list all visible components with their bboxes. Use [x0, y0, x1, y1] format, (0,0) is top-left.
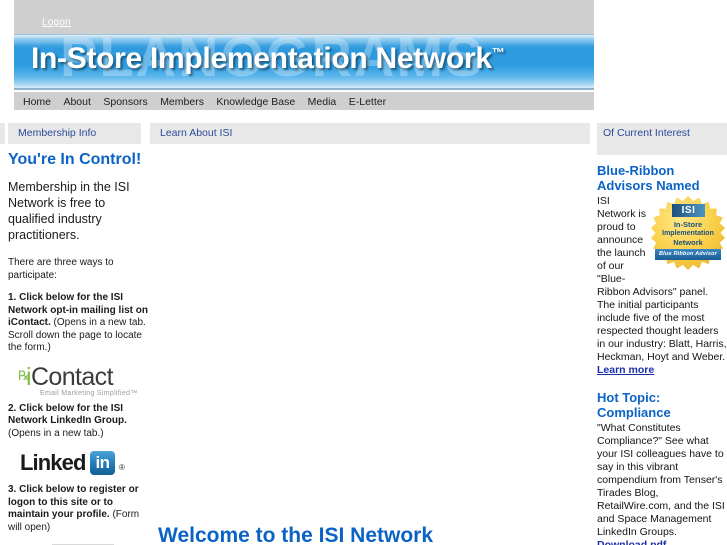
- left-ways-intro: There are three ways to participate:: [8, 257, 114, 281]
- nav-item-eletter[interactable]: E-Letter: [345, 93, 390, 108]
- page-root: Logon PLANOGRAMS In-Store Implementation…: [0, 0, 727, 545]
- article-body: "What Constitutes Compliance?" See what …: [597, 422, 727, 545]
- left-edge-strip: [0, 123, 5, 144]
- icontact-tagline: Email Marketing Simplified™: [40, 389, 138, 397]
- icontact-logo[interactable]: ℞ iContact Email Marketing Simplified™: [18, 362, 142, 399]
- learn-more-link[interactable]: Learn more: [597, 364, 654, 376]
- icontact-rest: Contact: [30, 362, 114, 391]
- left-sidebar: You're In Control! Membership in the ISI…: [8, 150, 148, 545]
- article-heading: Hot Topic: Compliance: [597, 390, 671, 420]
- nav-item-home[interactable]: Home: [19, 93, 55, 108]
- main-navigation: Home About Sponsors Members Knowledge Ba…: [14, 92, 594, 110]
- column-header-learn-about-isi: Learn About ISI: [150, 123, 590, 144]
- nav-item-sponsors[interactable]: Sponsors: [99, 93, 151, 108]
- welcome-heading: Welcome to the ISI Network: [158, 524, 433, 545]
- right-sidebar: Blue-Ribbon Advisors Named ISI In-Store …: [597, 163, 727, 545]
- left-item-2-rest: (Opens in a new tab.): [8, 427, 104, 439]
- article-blue-ribbon: Blue-Ribbon Advisors Named ISI In-Store …: [597, 163, 727, 377]
- nav-item-about[interactable]: About: [59, 93, 94, 108]
- left-heading: You're In Control!: [8, 151, 142, 168]
- nav-item-knowledge-base[interactable]: Knowledge Base: [212, 93, 299, 108]
- badge-line-2: Implementation: [662, 230, 714, 237]
- column-header-of-current-interest: Of Current Interest: [597, 123, 727, 155]
- linkedin-wordmark: Linked: [20, 450, 86, 475]
- trademark-symbol: ™: [491, 45, 505, 60]
- logon-link[interactable]: Logon: [42, 18, 71, 28]
- blue-ribbon-advisor-badge: ISI In-Store Implementation Network Blue…: [649, 196, 727, 274]
- badge-ribbon-label: Blue Ribbon Advisor: [655, 249, 721, 260]
- banner-title: In-Store Implementation Network™: [31, 42, 505, 76]
- banner-title-text: In-Store Implementation Network: [31, 42, 492, 75]
- article-hot-topic-compliance: Hot Topic: Compliance "What Constitutes …: [597, 390, 727, 545]
- download-pdf-link[interactable]: Download pdf: [597, 539, 666, 545]
- article-heading: Blue-Ribbon Advisors Named: [597, 163, 700, 193]
- left-item-2-bold: 2. Click below for the ISI Network Linke…: [8, 402, 127, 427]
- linkedin-logo[interactable]: Linked in ®: [20, 450, 144, 478]
- top-utility-bar: Logon: [14, 0, 594, 34]
- article-body-text: "What Constitutes Compliance?" See what …: [597, 422, 725, 538]
- nav-item-members[interactable]: Members: [156, 93, 208, 108]
- column-header-membership-info: Membership Info: [8, 123, 141, 144]
- icontact-wordmark: iContact: [26, 362, 114, 391]
- badge-line-3: Network: [673, 238, 703, 247]
- site-banner: PLANOGRAMS In-Store Implementation Netwo…: [14, 34, 594, 90]
- left-item-3: 3. Click below to register or logon to t…: [8, 484, 148, 534]
- linkedin-in-box: in: [90, 451, 115, 475]
- left-intro-text: Membership in the ISI Network is free to…: [8, 180, 130, 242]
- nav-item-media[interactable]: Media: [304, 93, 341, 108]
- badge-line-1: In-Store: [673, 220, 703, 229]
- badge-isi-label: ISI: [672, 204, 705, 217]
- registered-mark: ®: [119, 463, 125, 472]
- left-item-1: 1. Click below for the ISI Network opt-i…: [8, 292, 148, 355]
- left-item-2: 2. Click below for the ISI Network Linke…: [8, 403, 148, 441]
